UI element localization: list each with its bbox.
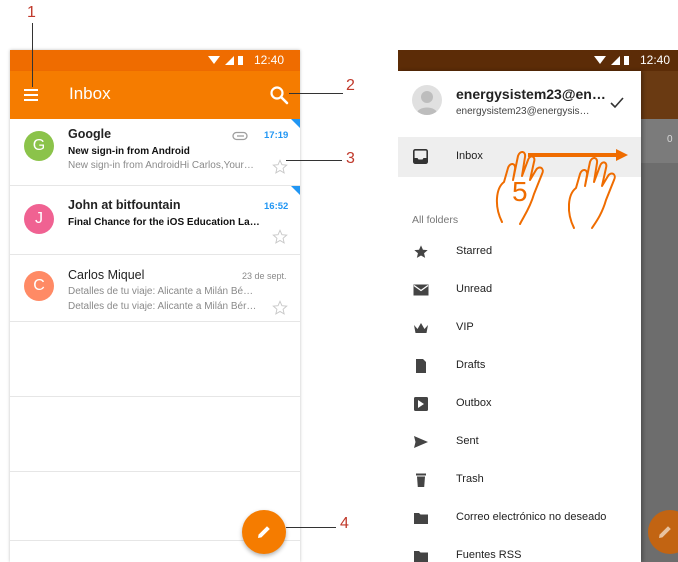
send-icon [414, 436, 428, 448]
unread-marker [291, 119, 300, 128]
callout-4-leader [286, 527, 336, 528]
status-bar: 12:40 [10, 50, 300, 71]
crown-icon [414, 323, 428, 333]
email-time: 16:52 [264, 201, 289, 212]
callout-1-leader [32, 23, 33, 87]
drawer-item-starred[interactable]: Starred [398, 233, 641, 271]
email-row-bitfountain[interactable]: J John at bitfountain 16:52 Final Chance… [10, 186, 300, 255]
drawer-item-spam[interactable]: Correo electrónico no deseado [398, 499, 641, 537]
star-icon[interactable] [272, 159, 288, 175]
drawer-item-sent[interactable]: Sent [398, 423, 641, 461]
search-icon[interactable] [268, 84, 290, 106]
dimmed-tab-label: 0 [667, 134, 673, 145]
status-time: 12:40 [640, 53, 671, 67]
drawer-item-drafts[interactable]: Drafts [398, 347, 641, 385]
drawer-item-label: Drafts [456, 359, 486, 371]
drawer-item-label: Trash [456, 473, 484, 485]
folder-icon [414, 551, 428, 562]
empty-row [10, 397, 300, 472]
drawer-item-trash[interactable]: Trash [398, 461, 641, 499]
page-title: Inbox [69, 84, 111, 103]
callout-4: 4 [340, 515, 349, 532]
drawer-item-label: Correo electrónico no deseado [456, 511, 607, 523]
email-time: 23 de sept. [242, 271, 287, 281]
callout-2: 2 [346, 77, 355, 94]
compose-button[interactable] [242, 510, 286, 554]
hamburger-menu-icon[interactable] [22, 86, 42, 104]
callout-2-leader [289, 93, 343, 94]
drawer-item-label: VIP [456, 321, 474, 333]
all-folders-heading: All folders [412, 214, 459, 226]
inbox-screen: 12:40 Inbox G Google 17:19 New sign-in f… [10, 50, 300, 562]
callout-3-leader [286, 160, 342, 161]
email-sender: Google [68, 127, 112, 141]
drawer-item-vip[interactable]: VIP [398, 309, 641, 347]
avatar: C [24, 271, 54, 301]
outbox-icon [414, 397, 428, 411]
callout-1: 1 [27, 4, 36, 21]
email-time: 17:19 [264, 130, 289, 141]
email-row-carlos[interactable]: C Carlos Miquel 23 de sept. Detalles de … [10, 255, 300, 322]
gesture-step-number: 5 [512, 176, 528, 207]
trash-icon [416, 473, 426, 487]
email-subject: Detalles de tu viaje: Alicante a Milán B… [68, 286, 254, 297]
account-name: energysistem23@en… [456, 86, 606, 102]
unread-marker [291, 186, 300, 195]
star-icon[interactable] [272, 229, 288, 245]
folder-icon [414, 513, 428, 524]
callout-3: 3 [346, 150, 355, 167]
drawer-screen: 12:40 0 energysistem23@en… energysistem2… [398, 50, 678, 562]
status-bar: 12:40 [398, 50, 678, 71]
email-sender: Carlos Miquel [68, 268, 145, 282]
drawer-item-label: Fuentes RSS [456, 549, 522, 561]
dimmed-compose-button [648, 510, 678, 554]
drawer-item-label: Starred [456, 245, 493, 257]
check-icon[interactable] [610, 97, 624, 109]
star-icon [414, 245, 428, 258]
email-sender: John at bitfountain [68, 198, 181, 212]
drawer-item-label: Unread [456, 283, 493, 295]
inbox-icon [413, 149, 428, 164]
avatar: J [24, 204, 54, 234]
drawer-item-label: Inbox [456, 150, 483, 162]
pencil-icon [659, 526, 671, 538]
email-preview: Detalles de tu viaje: Alicante a Milán B… [68, 301, 257, 312]
account-avatar[interactable] [412, 85, 442, 115]
drawer-item-label: Outbox [456, 397, 492, 409]
signal-icons [594, 56, 629, 65]
pencil-icon [258, 526, 270, 538]
app-bar: Inbox [10, 71, 300, 119]
person-icon [416, 91, 438, 115]
signal-icons [208, 56, 243, 65]
swipe-gesture-illustration [496, 149, 628, 229]
envelope-icon [413, 284, 429, 296]
avatar: G [24, 131, 54, 161]
drawer-item-outbox[interactable]: Outbox [398, 385, 641, 423]
email-subject: Final Chance for the iOS Education La… [68, 217, 260, 228]
email-subject: New sign-in from Android [68, 146, 190, 157]
email-preview: New sign-in from AndroidHi Carlos,Your… [68, 160, 254, 171]
account-email: energysistem23@energysis… [456, 106, 590, 117]
star-icon[interactable] [272, 300, 288, 316]
status-time: 12:40 [254, 53, 285, 67]
attachment-icon [232, 131, 248, 141]
drawer-item-label: Sent [456, 435, 479, 447]
empty-row [10, 322, 300, 397]
drawer-item-rss[interactable]: Fuentes RSS [398, 537, 641, 562]
email-row-google[interactable]: G Google 17:19 New sign-in from Android … [10, 119, 300, 186]
drawer-item-unread[interactable]: Unread [398, 271, 641, 309]
draft-icon [416, 359, 426, 373]
